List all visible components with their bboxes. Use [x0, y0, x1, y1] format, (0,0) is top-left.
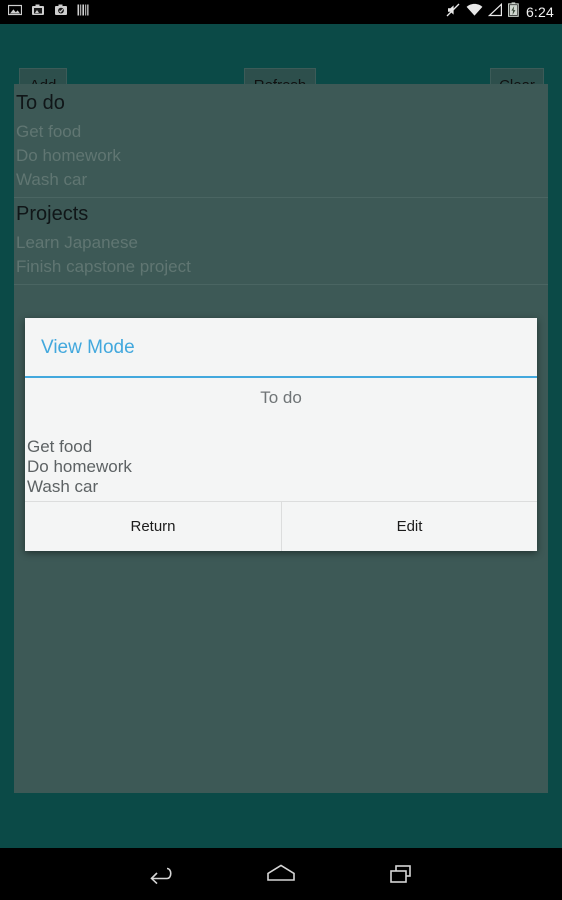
dialog-title-bar: View Mode [25, 318, 537, 378]
view-mode-dialog: View Mode To do Get food Do homework Was… [25, 318, 537, 551]
list-item[interactable]: Get food [14, 120, 548, 144]
list-item[interactable]: Do homework [14, 144, 548, 168]
dialog-list-item: Get food [27, 437, 93, 456]
list-group-title: To do [16, 92, 65, 114]
dialog-body-title: To do [260, 388, 302, 407]
dialog-body: To do Get food Do homework Wash car [25, 378, 537, 501]
task-list: To do Get food Do homework Wash car Proj… [14, 84, 548, 285]
dialog-button-row: Return Edit [25, 501, 537, 551]
list-item[interactable]: Wash car [14, 168, 548, 192]
system-navigation-bar [0, 848, 562, 900]
status-bar-clock: 6:24 [525, 4, 554, 20]
status-bar: 6:24 [0, 0, 562, 24]
back-icon[interactable] [117, 848, 205, 900]
camera-photo-icon [31, 3, 45, 22]
barcode-icon [77, 3, 89, 22]
list-group: To do Get food Do homework Wash car [14, 87, 548, 198]
list-divider [14, 284, 548, 285]
signal-icon [487, 2, 503, 22]
list-group-title: Projects [16, 203, 89, 225]
toolbar: Add Refresh Clear [0, 24, 562, 102]
edit-button[interactable]: Edit [281, 502, 537, 551]
status-bar-notification-icons [7, 3, 89, 22]
search-row: Search [0, 795, 562, 840]
recents-icon[interactable] [357, 848, 445, 900]
status-bar-system-icons: 6:24 [445, 2, 554, 23]
return-button[interactable]: Return [25, 502, 281, 551]
dialog-item-list: Get food Do homework Wash car [25, 406, 537, 497]
camera-check-icon [54, 3, 68, 22]
wifi-icon [466, 3, 483, 22]
battery-charging-icon [507, 2, 519, 22]
app-screen: 6:24 Add Refresh Clear To do Get food Do… [0, 0, 562, 900]
dialog-list-item: Wash car [27, 477, 99, 496]
dialog-title: View Mode [41, 336, 135, 358]
list-item[interactable]: Finish capstone project [14, 255, 548, 279]
home-icon[interactable] [237, 848, 325, 900]
mute-icon [445, 2, 461, 23]
dialog-list-item: Do homework [27, 457, 132, 476]
list-group: Projects Learn Japanese Finish capstone … [14, 198, 548, 285]
list-item[interactable]: Learn Japanese [14, 231, 548, 255]
image-icon [7, 3, 23, 22]
